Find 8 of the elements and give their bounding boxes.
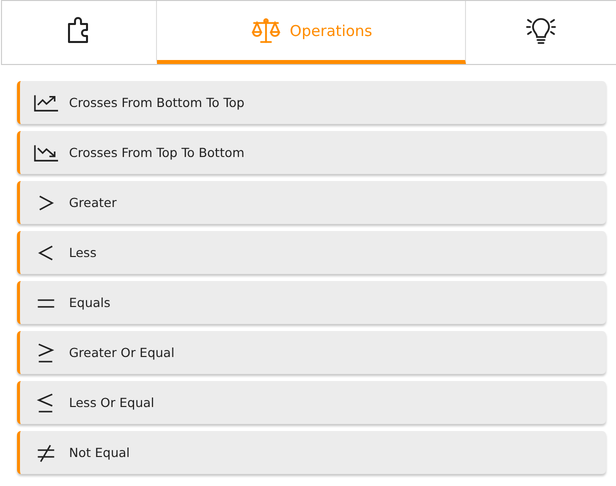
operation-item[interactable]: Crosses From Top To Bottom (17, 131, 606, 174)
operation-item[interactable]: Less Or Equal (17, 381, 606, 424)
operation-item[interactable]: Crosses From Bottom To Top (17, 81, 606, 124)
operation-item[interactable]: Equals (17, 281, 606, 324)
operation-item[interactable]: Less (17, 231, 606, 274)
operation-item[interactable]: Greater Or Equal (17, 331, 606, 374)
operation-item[interactable]: Not Equal (17, 431, 606, 474)
operation-item[interactable]: Greater (17, 181, 606, 224)
